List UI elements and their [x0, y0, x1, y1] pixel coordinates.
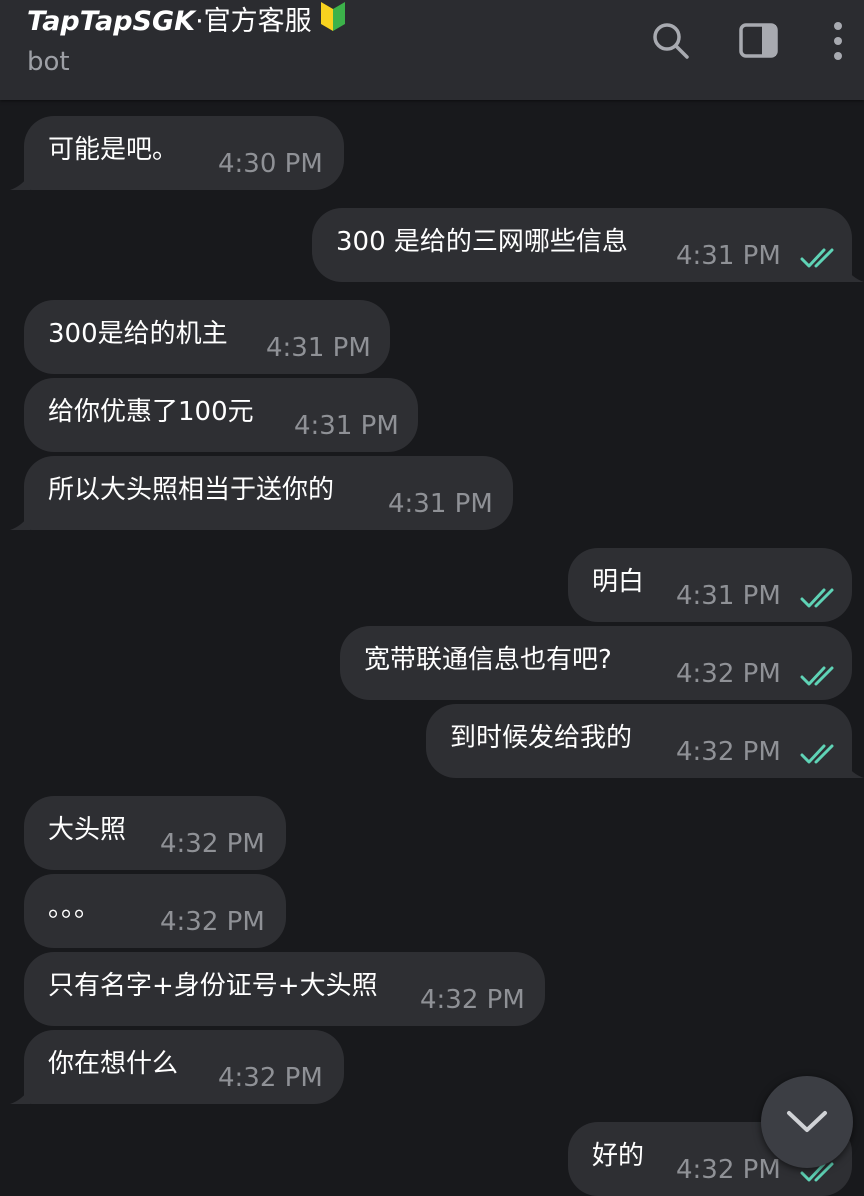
- chevron-down-icon: [787, 1111, 827, 1132]
- message-text: 宽带联通信息也有吧?: [364, 645, 612, 675]
- message-time: 4:30 PM: [218, 149, 323, 179]
- bubble-tail: [10, 174, 30, 190]
- message-time: 4:31 PM: [676, 581, 781, 611]
- message-text: 给你优惠了100元: [48, 397, 254, 427]
- message-text: 你在想什么: [48, 1049, 179, 1079]
- message-time: 4:32 PM: [676, 737, 781, 767]
- message-text: 好的: [592, 1141, 645, 1171]
- message-time: 4:31 PM: [266, 333, 371, 363]
- message-text: 所以大头照相当于送你的: [48, 475, 335, 505]
- bubble-tail: [10, 514, 30, 530]
- message-list[interactable]: 可能是吧。 4:30 PM 300 是给的三网哪些信息 4:31 PM 300是…: [0, 100, 864, 1196]
- chat-subtitle: bot: [27, 47, 70, 77]
- message-text: 只有名字+身份证号+大头照: [48, 971, 378, 1001]
- message-bubble-incoming[interactable]: 给你优惠了100元 4:31 PM: [24, 378, 418, 452]
- message-time: 4:32 PM: [160, 907, 265, 937]
- message-text: 到时候发给我的: [450, 723, 633, 753]
- message-bubble-incoming[interactable]: 只有名字+身份证号+大头照 4:32 PM: [24, 952, 545, 1026]
- message-time: 4:31 PM: [388, 489, 493, 519]
- read-receipt-icon: [800, 666, 834, 686]
- beginner-badge-icon: [320, 0, 346, 41]
- message-bubble-incoming[interactable]: 所以大头照相当于送你的 4:31 PM: [24, 456, 513, 530]
- message-time: 4:32 PM: [218, 1063, 323, 1093]
- search-icon[interactable]: [650, 20, 692, 66]
- message-time: 4:31 PM: [676, 241, 781, 271]
- message-time: 4:32 PM: [676, 1155, 781, 1185]
- bubble-tail: [844, 266, 864, 282]
- message-bubble-incoming[interactable]: 。。。 4:32 PM: [24, 874, 286, 948]
- message-time: 4:32 PM: [160, 829, 265, 859]
- message-bubble-incoming[interactable]: 可能是吧。 4:30 PM: [24, 116, 344, 190]
- bubble-tail: [844, 762, 864, 778]
- chat-header: TapTapSGK·官方客服 bot: [0, 0, 864, 100]
- chat-title[interactable]: TapTapSGK·官方客服: [27, 2, 346, 41]
- message-bubble-outgoing[interactable]: 明白 4:31 PM: [568, 548, 852, 622]
- message-bubble-outgoing[interactable]: 宽带联通信息也有吧? 4:32 PM: [340, 626, 852, 700]
- message-text: 300 是给的三网哪些信息: [336, 227, 628, 257]
- more-vertical-icon[interactable]: [826, 20, 850, 66]
- message-text: 。。。: [48, 893, 101, 923]
- message-text: 大头照: [48, 815, 127, 845]
- message-text: 明白: [592, 567, 645, 597]
- message-bubble-incoming[interactable]: 你在想什么 4:32 PM: [24, 1030, 344, 1104]
- message-bubble-outgoing[interactable]: 300 是给的三网哪些信息 4:31 PM: [312, 208, 852, 282]
- read-receipt-icon: [800, 744, 834, 764]
- message-time: 4:31 PM: [294, 411, 399, 441]
- message-time: 4:32 PM: [676, 659, 781, 689]
- message-text: 可能是吧。: [48, 135, 179, 165]
- message-bubble-incoming[interactable]: 300是给的机主 4:31 PM: [24, 300, 390, 374]
- read-receipt-icon: [800, 248, 834, 268]
- scroll-down-button[interactable]: [761, 1076, 853, 1168]
- read-receipt-icon: [800, 588, 834, 608]
- bubble-tail: [10, 1088, 30, 1104]
- message-time: 4:32 PM: [420, 985, 525, 1015]
- message-bubble-outgoing[interactable]: 到时候发给我的 4:32 PM: [426, 704, 852, 778]
- message-text: 300是给的机主: [48, 319, 228, 349]
- sidebar-toggle-icon[interactable]: [738, 20, 780, 66]
- message-bubble-incoming[interactable]: 大头照 4:32 PM: [24, 796, 286, 870]
